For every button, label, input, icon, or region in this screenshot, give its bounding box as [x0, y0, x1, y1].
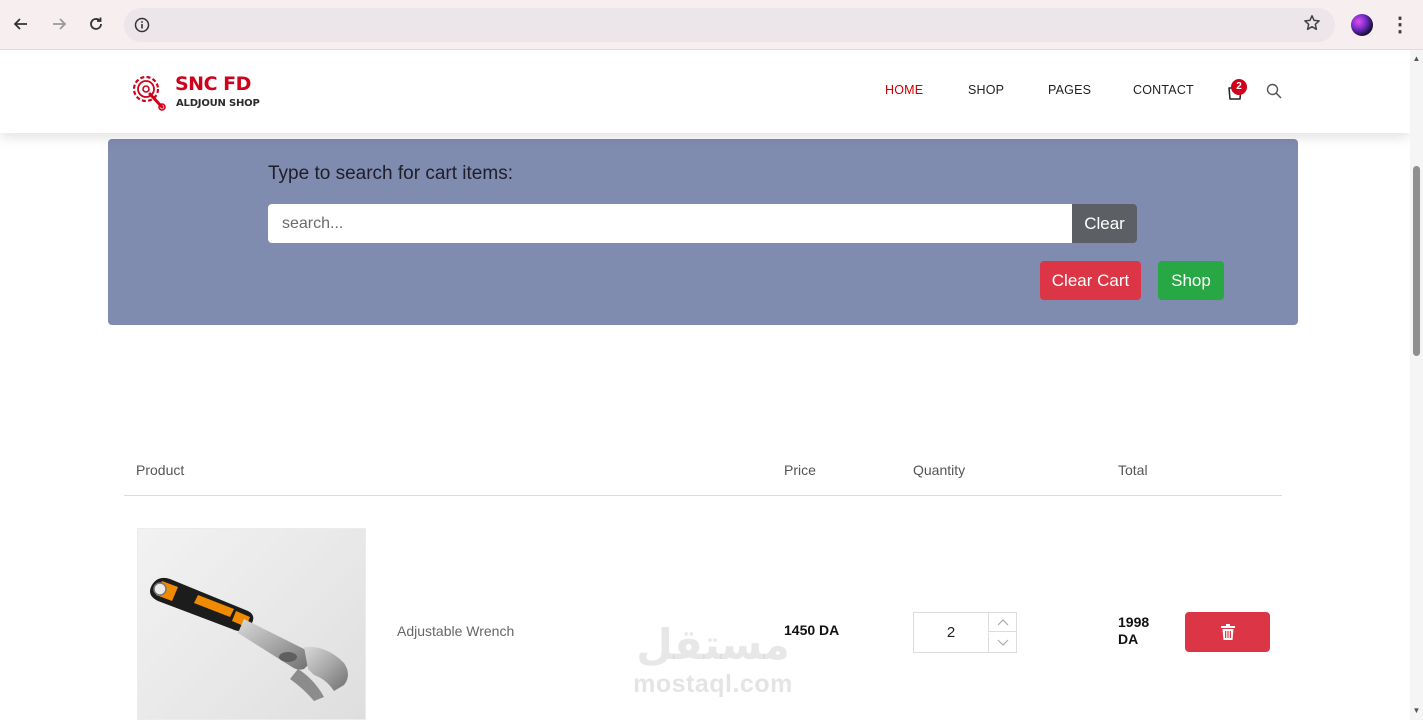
chevron-up-icon: [997, 619, 1009, 626]
forward-button[interactable]: [45, 10, 73, 38]
site-header: SNC FD ALDJOUN SHOP HOME SHOP PAGES CONT…: [0, 50, 1410, 133]
column-header-price: Price: [784, 462, 816, 478]
scroll-up-icon[interactable]: ▲: [1410, 54, 1423, 64]
page-content: SNC FD ALDJOUN SHOP HOME SHOP PAGES CONT…: [0, 50, 1410, 720]
search-heading: Type to search for cart items:: [268, 163, 513, 184]
shop-button[interactable]: Shop: [1158, 261, 1224, 300]
trash-icon: [1220, 624, 1235, 640]
column-header-quantity: Quantity: [913, 462, 966, 478]
table-divider: [124, 495, 1282, 496]
product-image[interactable]: [137, 528, 366, 720]
quantity-value[interactable]: 2: [914, 613, 988, 652]
product-name[interactable]: Adjustable Wrench: [397, 623, 514, 639]
page-scrollbar[interactable]: ▲ ▼: [1410, 50, 1423, 720]
arrow-left-icon: [13, 18, 27, 30]
cart-count-badge: 2: [1231, 79, 1247, 95]
arrow-right-icon: [53, 18, 67, 30]
table-row: Adjustable Wrench 1450 DA 2 1998 DA: [124, 528, 1282, 720]
column-header-product: Product: [136, 462, 185, 478]
cart-search-panel: Type to search for cart items: Clear Cle…: [108, 139, 1298, 325]
nav-shop[interactable]: SHOP: [968, 83, 1004, 97]
nav-contact[interactable]: CONTACT: [1133, 83, 1194, 97]
delete-item-button[interactable]: [1185, 612, 1270, 652]
clear-cart-button[interactable]: Clear Cart: [1040, 261, 1141, 300]
quantity-decrease-button[interactable]: [988, 633, 1017, 652]
product-price: 1450 DA: [784, 622, 840, 638]
reload-button[interactable]: [82, 10, 110, 38]
main-nav: HOME SHOP PAGES CONTACT: [0, 83, 1410, 103]
nav-pages[interactable]: PAGES: [1048, 83, 1091, 97]
info-icon[interactable]: [132, 15, 152, 35]
scroll-thumb[interactable]: [1413, 166, 1420, 356]
chevron-down-icon: [997, 639, 1009, 646]
quantity-increase-button[interactable]: [988, 613, 1017, 632]
browser-toolbar: ⋮: [0, 0, 1423, 50]
wrench-image-icon: [150, 577, 348, 701]
clear-search-button[interactable]: Clear: [1072, 204, 1137, 243]
scroll-down-icon[interactable]: ▼: [1410, 706, 1423, 716]
column-header-total: Total: [1118, 462, 1148, 478]
row-total: 1998 DA: [1118, 614, 1150, 647]
reload-icon: [90, 17, 102, 30]
nav-home[interactable]: HOME: [885, 83, 923, 97]
back-button[interactable]: [7, 10, 35, 38]
profile-avatar[interactable]: [1351, 14, 1373, 36]
search-icon[interactable]: [1266, 83, 1282, 99]
cart-table: Product Price Quantity Total Adjustable …: [124, 450, 1282, 720]
kebab-menu-icon[interactable]: ⋮: [1390, 12, 1410, 38]
quantity-stepper[interactable]: 2: [913, 612, 1017, 653]
star-icon[interactable]: [1303, 14, 1321, 38]
cart-search-input[interactable]: [268, 204, 1072, 243]
address-bar[interactable]: [124, 8, 1335, 42]
